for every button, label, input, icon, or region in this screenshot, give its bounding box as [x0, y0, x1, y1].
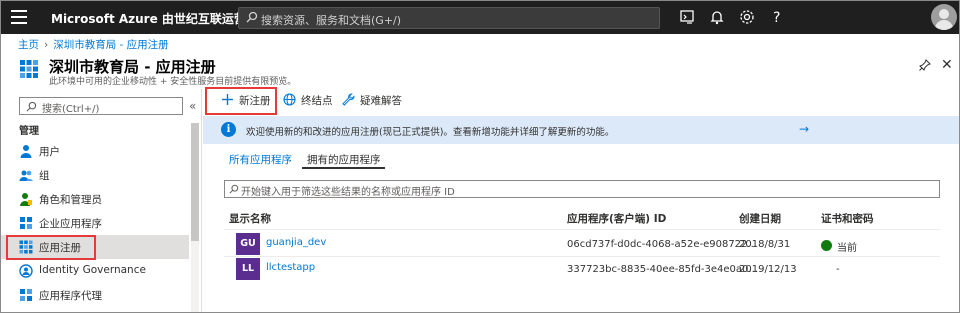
cloud-shell-icon[interactable] [678, 8, 696, 26]
globe-icon [283, 93, 296, 106]
app-badge: GU [236, 233, 260, 255]
pin-icon[interactable] [919, 59, 931, 71]
brand-title[interactable]: Microsoft Azure 由世纪互联运营 [51, 10, 246, 27]
sidebar-item-label: 企业应用程序 [39, 218, 102, 230]
highlight-app-registrations [6, 235, 96, 260]
divider [201, 89, 202, 312]
close-icon[interactable]: ✕ [941, 57, 953, 73]
breadcrumb: 主页 › 深圳市教育局 - 应用注册 [18, 37, 169, 52]
sidebar-item-label: 应用程序代理 [39, 290, 102, 302]
column-header-created[interactable]: 创建日期 [739, 211, 781, 226]
collapse-sidebar-icon[interactable]: « [189, 99, 196, 113]
global-search-input[interactable]: 搜索资源、服务和文档(G+/) [238, 7, 660, 29]
group-icon [19, 170, 33, 181]
sidebar: 搜索(Ctrl+/) « 管理 用户 组 角色和管理员 企业应用程序 应用注册 … [1, 91, 201, 312]
search-icon [26, 101, 37, 112]
sidebar-search-placeholder: 搜索(Ctrl+/) [42, 104, 100, 115]
sidebar-item-label: Identity Governance [39, 264, 146, 276]
info-banner[interactable]: i 欢迎使用新的和改进的应用注册(现已正式提供)。查看新增功能并详细了解更新的功… [203, 116, 959, 144]
app-name-link[interactable]: guanjia_dev [266, 237, 326, 248]
global-search-placeholder: 搜索资源、服务和文档(G+/) [261, 14, 402, 27]
row-divider [224, 256, 940, 257]
troubleshooting-button[interactable]: 疑难解答 [342, 93, 402, 111]
chevron-right-icon: › [44, 39, 49, 51]
user-icon [20, 145, 32, 158]
wrench-icon [342, 93, 355, 106]
roles-icon [20, 193, 32, 206]
sidebar-item-label: 用户 [39, 146, 60, 158]
help-icon[interactable]: ? [768, 8, 786, 26]
svg-text:?: ? [773, 10, 780, 26]
hamburger-icon[interactable] [11, 10, 27, 24]
app-badge: LL [236, 258, 260, 280]
sidebar-search-input[interactable]: 搜索(Ctrl+/) [19, 97, 183, 115]
client-id-cell: 06cd737f-d0dc-4068-a52e-e908722... [567, 239, 757, 250]
sidebar-item-label: 角色和管理员 [39, 194, 102, 206]
enterprise-apps-icon [20, 217, 32, 229]
sidebar-item-app-proxy[interactable]: 应用程序代理 [1, 283, 189, 307]
troubleshooting-label: 疑难解答 [360, 95, 402, 107]
sidebar-item-groups[interactable]: 组 [1, 163, 189, 187]
client-id-cell: 337723bc-8835-40ee-85fd-3e4e0a0... [567, 264, 758, 275]
azure-portal-window: Microsoft Azure 由世纪互联运营 搜索资源、服务和文档(G+/) … [0, 0, 960, 313]
column-header-certificates[interactable]: 证书和密码 [821, 211, 874, 226]
active-tab-indicator [302, 167, 385, 169]
search-icon [246, 11, 258, 23]
sidebar-scrollbar-thumb[interactable] [191, 123, 199, 241]
filter-placeholder: 开始键入用于筛选这些结果的名称或应用程序 ID [241, 187, 455, 198]
app-proxy-icon [20, 289, 32, 301]
highlight-new-registration [205, 87, 277, 115]
column-header-display-name[interactable]: 显示名称 [229, 211, 271, 226]
column-header-client-id[interactable]: 应用程序(客户端) ID [567, 211, 666, 226]
page-subtitle: 此环境中可用的企业移动性 + 安全性服务目前提供有限预览。 [49, 77, 297, 87]
tab-all-applications[interactable]: 所有应用程序 [229, 152, 292, 167]
sidebar-item-users[interactable]: 用户 [1, 139, 189, 163]
table-header-divider [224, 229, 940, 230]
gear-icon[interactable] [738, 8, 756, 26]
breadcrumb-home-link[interactable]: 主页 [18, 39, 39, 51]
created-date-cell: 2018/8/31 [739, 239, 791, 250]
bell-icon[interactable] [708, 8, 726, 26]
sidebar-item-roles[interactable]: 角色和管理员 [1, 187, 189, 211]
sidebar-item-enterprise-apps[interactable]: 企业应用程序 [1, 211, 189, 235]
endpoints-button[interactable]: 终结点 [283, 93, 333, 111]
sidebar-section-manage: 管理 [19, 126, 39, 137]
avatar[interactable] [931, 4, 957, 30]
app-registrations-icon [20, 60, 38, 78]
identity-governance-icon [19, 264, 33, 278]
sidebar-item-identity-governance[interactable]: Identity Governance [1, 259, 189, 283]
endpoints-label: 终结点 [301, 95, 333, 107]
created-date-cell: 2019/12/13 [739, 264, 797, 275]
info-icon: i [221, 122, 236, 137]
filter-input[interactable]: 开始键入用于筛选这些结果的名称或应用程序 ID [224, 180, 940, 198]
certificate-status-cell: 当前 [837, 243, 857, 254]
certificate-status-cell: - [836, 264, 840, 275]
sidebar-item-label: 组 [39, 170, 50, 182]
search-icon [229, 184, 239, 194]
app-name-link[interactable]: llctestapp [266, 262, 315, 273]
check-circle-icon [821, 240, 832, 251]
top-bar: Microsoft Azure 由世纪互联运营 搜索资源、服务和文档(G+/) … [1, 1, 959, 34]
info-banner-text: 欢迎使用新的和改进的应用注册(现已正式提供)。查看新增功能并详细了解更新的功能。 [246, 127, 615, 138]
arrow-right-icon[interactable]: → [799, 122, 809, 136]
breadcrumb-current-link[interactable]: 深圳市教育局 - 应用注册 [53, 39, 168, 51]
tab-owned-applications[interactable]: 拥有的应用程序 [307, 152, 381, 167]
